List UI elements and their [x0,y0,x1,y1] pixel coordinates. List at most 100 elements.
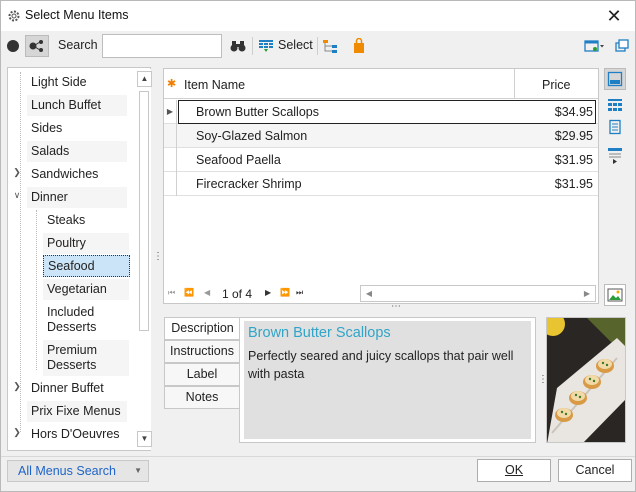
tree-item-dinner[interactable]: Dinner [27,187,127,208]
footer-divider [1,456,635,457]
tree-view-button[interactable] [25,35,49,57]
chevron-right-icon[interactable]: ❯ [12,167,22,178]
chevron-right-icon[interactable]: ❯ [12,381,22,392]
toolbar-separator [317,37,318,55]
tree-item-premium-desserts[interactable]: Premium Desserts [43,340,129,376]
column-divider[interactable] [514,69,515,99]
previous-page-icon[interactable]: ◀ [204,288,210,297]
cell-price: $31.95 [554,153,593,167]
tab-label[interactable]: Label [164,363,240,386]
scroll-up-arrow-icon[interactable]: ▲ [137,71,152,87]
dish-photo [546,317,626,443]
menu-tree: Light Side Lunch Buffet Sides Salads ❯ S… [7,67,152,451]
previous-page-group-icon[interactable]: ⏪ [184,288,194,297]
single-panel-icon [607,71,623,87]
select-grid-icon-button[interactable] [257,35,275,57]
tree-item-lunch-buffet[interactable]: Lunch Buffet [27,95,127,116]
chevron-down-icon[interactable]: ∨ [12,190,22,201]
view-options-button[interactable] [583,35,607,57]
horizontal-splitter-grip[interactable]: ⋯ [391,301,401,312]
description-content[interactable]: Brown Butter Scallops Perfectly seared a… [244,321,531,439]
tree-item-dinner-buffet[interactable]: Dinner Buffet [27,378,127,399]
chevron-right-icon[interactable]: ❯ [12,427,22,438]
tree-item-included-desserts[interactable]: Included Desserts [43,302,129,338]
menu-items-grid: ✱ Item Name Price ▶ Brown Butter Scallop… [163,68,599,304]
circle-icon [7,40,19,52]
table-row[interactable]: Firecracker Shrimp $31.95 [164,172,598,196]
row-indicator [164,148,177,172]
gear-icon [8,10,20,22]
grid-horizontal-scrollbar[interactable]: ◀ ▶ [360,285,596,302]
select-menu-items-dialog: Select Menu Items ✕ Search Select Light … [0,0,636,492]
last-page-icon[interactable]: ⏭ [296,288,303,298]
ok-button[interactable]: OK [477,459,551,482]
cancel-button[interactable]: Cancel [558,459,632,482]
filter-view-button[interactable] [604,144,626,166]
close-button[interactable]: ✕ [603,6,625,26]
select-button[interactable]: Select [278,38,313,52]
image-view-button[interactable] [604,284,626,306]
cell-item-name: Soy-Glazed Salmon [196,129,308,143]
table-row[interactable]: Soy-Glazed Salmon $29.95 [164,124,598,148]
row-indicator [164,124,177,148]
toolbar: Search Select [1,32,635,60]
description-panel: Brown Butter Scallops Perfectly seared a… [239,317,536,443]
find-button[interactable] [229,35,247,57]
hierarchy-button[interactable] [321,35,339,57]
scroll-left-arrow-icon[interactable]: ◀ [362,287,376,301]
restore-window-button[interactable] [613,35,631,57]
single-view-button[interactable] [604,68,626,90]
search-label: Search [58,38,98,52]
cell-item-name: Seafood Paella [196,153,281,167]
tree-item-vegetarian[interactable]: Vegetarian [43,279,129,300]
all-menus-search-dropdown[interactable]: All Menus Search ▼ [7,460,149,482]
tree-scrollbar[interactable]: ▲ ▼ [136,69,152,450]
scroll-down-arrow-icon[interactable]: ▼ [137,431,152,447]
tab-instructions[interactable]: Instructions [164,340,240,363]
pager-position-text: 1 of 4 [222,287,253,301]
table-row[interactable]: Seafood Paella $31.95 [164,148,598,172]
asterisk-icon: ✱ [167,78,177,90]
tree-item-steaks[interactable]: Steaks [43,210,129,231]
vertical-splitter-grip[interactable]: ⋮ [153,251,163,262]
tree-guide-line [20,72,21,432]
ok-button-label: OK [504,463,524,477]
next-page-group-icon[interactable]: ⏩ [280,288,290,297]
grid-pager: ⏮ ⏪ ◀ 1 of 4 ▶ ⏩ ⏭ [164,284,358,304]
tree-item-sides[interactable]: Sides [27,118,127,139]
binoculars-icon [230,41,246,52]
tab-description[interactable]: Description [164,317,240,340]
first-page-icon[interactable]: ⏮ [168,288,175,298]
tab-notes[interactable]: Notes [164,386,240,409]
search-input[interactable] [102,34,222,58]
grid-header: ✱ Item Name Price [164,69,598,99]
tree-icon [29,40,43,52]
tree-item-light-side[interactable]: Light Side [27,72,127,93]
scroll-right-arrow-icon[interactable]: ▶ [580,287,594,301]
tree-item-poultry[interactable]: Poultry [43,233,129,254]
cell-price: $34.95 [554,105,593,119]
window-title: Select Menu Items [25,8,129,22]
tree-item-prix-fixe-menus[interactable]: Prix Fixe Menus [27,401,127,422]
next-page-icon[interactable]: ▶ [265,288,271,297]
record-view-button[interactable] [4,35,22,57]
cell-price: $29.95 [554,129,593,143]
row-indicator [164,172,177,196]
grid-view-button[interactable] [604,94,626,116]
title-bar: Select Menu Items ✕ [1,1,635,31]
description-text: Perfectly seared and juicy scallops that… [248,349,514,381]
list-view-button[interactable] [604,116,626,138]
tree-item-seafood[interactable]: Seafood [43,255,130,277]
tree-item-sandwiches[interactable]: Sandwiches [27,164,127,185]
table-row[interactable]: ▶ Brown Butter Scallops $34.95 [164,100,598,124]
list-layout-icon [609,119,621,135]
scrollbar-thumb[interactable] [139,91,149,331]
filter-panel-icon [608,148,622,164]
bag-button[interactable] [350,35,368,57]
cell-item-name: Brown Butter Scallops [196,105,319,119]
tree-item-salads[interactable]: Salads [27,141,127,162]
column-header-price[interactable]: Price [542,78,570,92]
restore-window-icon [615,39,629,52]
tree-item-hors-doeuvres[interactable]: Hors D'Oeuvres [27,424,127,445]
column-header-item-name[interactable]: Item Name [184,78,245,92]
